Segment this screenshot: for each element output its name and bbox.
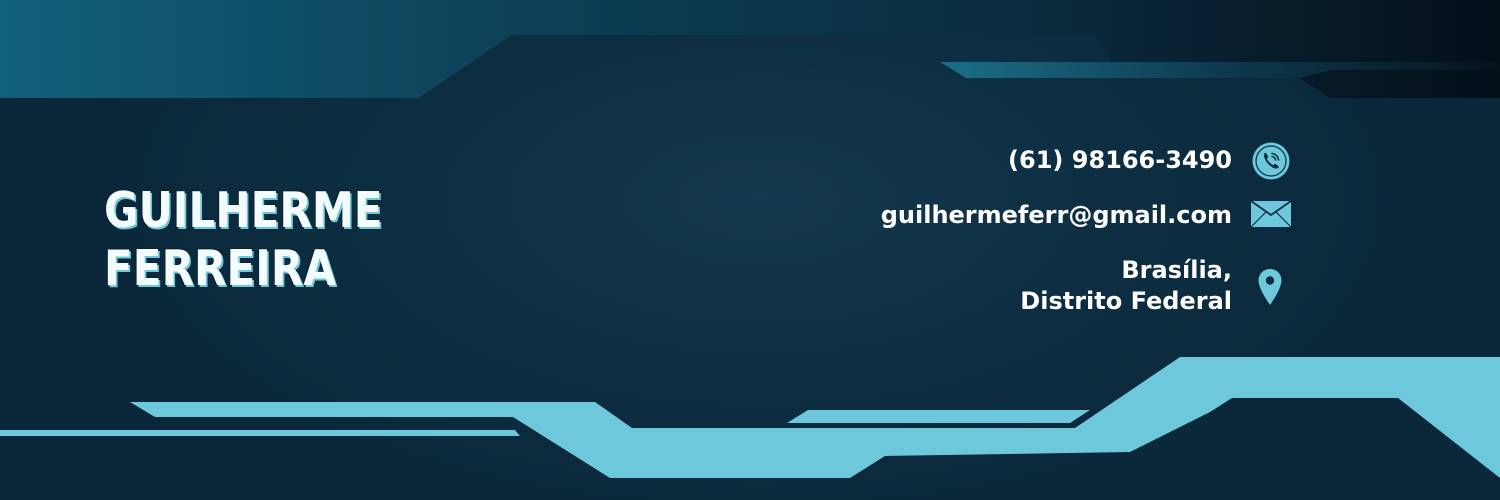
first-name: GUILHERME	[104, 182, 383, 239]
phone-text[interactable]: (61) 98166-3490	[1008, 145, 1232, 176]
top-band	[0, 0, 1500, 98]
last-name: FERREIRA	[104, 240, 336, 297]
map-pin-icon	[1258, 269, 1282, 305]
phone-icon	[1252, 142, 1290, 180]
bottom-shape-main	[0, 430, 520, 436]
email-text[interactable]: guilhermeferr@gmail.com	[881, 200, 1232, 231]
location-city: Brasília,	[1121, 256, 1232, 284]
profile-name: GUILHERME FERREIRA	[104, 182, 383, 298]
location-state: Distrito Federal	[1020, 287, 1232, 315]
location-text: Brasília, Distrito Federal	[1020, 255, 1232, 317]
bottom-shape-mid	[787, 410, 1090, 423]
envelope-icon	[1250, 200, 1292, 228]
profile-banner: GUILHERME FERREIRA (61) 98166-3490 guilh…	[0, 0, 1500, 500]
